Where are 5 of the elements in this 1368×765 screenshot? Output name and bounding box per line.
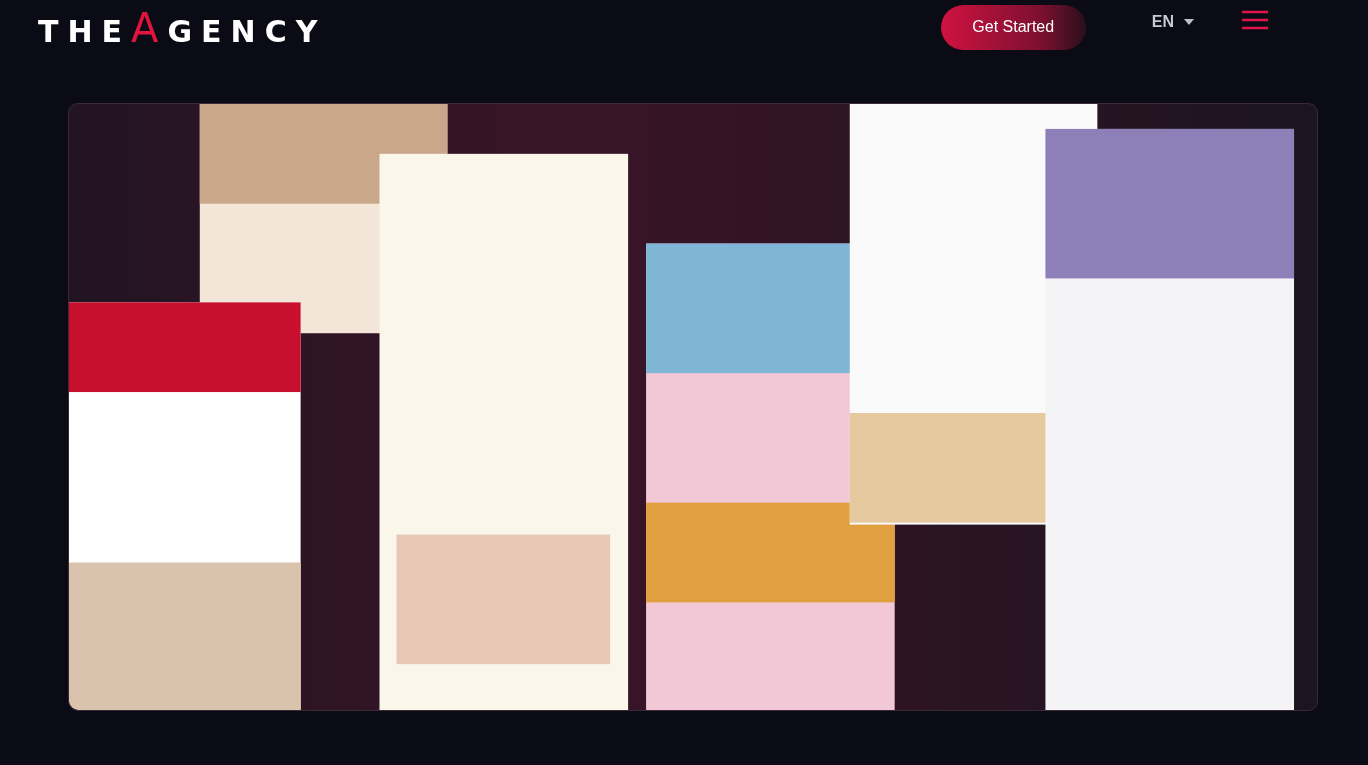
caret-icon — [1184, 19, 1194, 25]
get-started-button[interactable]: Get Started — [940, 4, 1086, 50]
language-selector[interactable]: EN — [1151, 13, 1194, 31]
logo[interactable]: THE A GENCY — [38, 5, 327, 51]
menu-icon[interactable] — [1242, 10, 1268, 30]
